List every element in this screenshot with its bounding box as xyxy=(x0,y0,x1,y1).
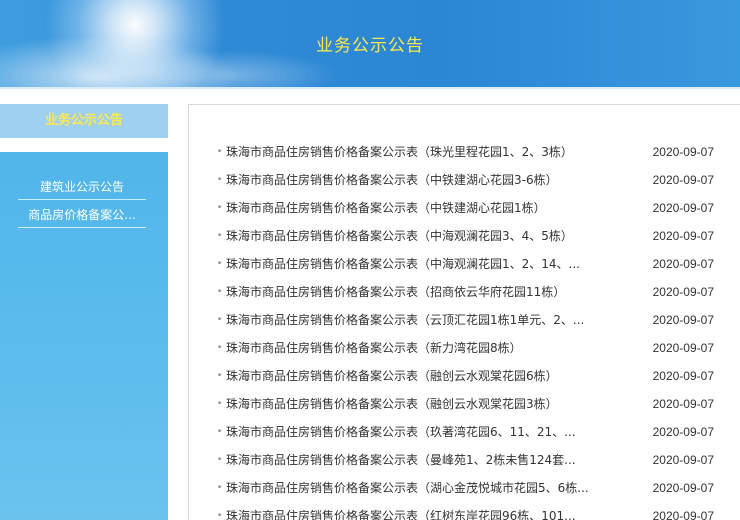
notice-date: 2020-09-07 xyxy=(652,257,714,271)
notice-title-link[interactable]: 珠海市商品住房销售价格备案公示表（招商依云华府花园11栋） xyxy=(226,284,565,300)
sidebar: 业务公示公告 建筑业公示公告 商品房价格备案公... xyxy=(0,104,168,520)
notice-date: 2020-09-07 xyxy=(652,481,714,495)
notice-date: 2020-09-07 xyxy=(652,285,714,299)
list-item[interactable]: • 珠海市商品住房销售价格备案公示表（中海观澜花园3、4、5栋） 2020-09-0… xyxy=(189,222,740,250)
list-item[interactable]: • 珠海市商品住房销售价格备案公示表（湖心金茂悦城市花园5、6栋... 2020-0… xyxy=(189,474,740,502)
bullet-icon: • xyxy=(217,203,223,213)
bullet-icon: • xyxy=(217,483,223,493)
notice-date: 2020-09-07 xyxy=(652,397,714,411)
notice-title-link[interactable]: 珠海市商品住房销售价格备案公示表（中海观澜花园1、2、14、... xyxy=(226,256,580,272)
bullet-icon: • xyxy=(217,455,223,465)
list-item[interactable]: • 珠海市商品住房销售价格备案公示表（玖著湾花园6、11、21、... 2020-0… xyxy=(189,418,740,446)
notice-title-link[interactable]: 珠海市商品住房销售价格备案公示表（珠光里程花园1、2、3栋） xyxy=(226,144,573,160)
notice-date: 2020-09-07 xyxy=(652,453,714,467)
bullet-icon: • xyxy=(217,315,223,325)
bullet-icon: • xyxy=(217,287,223,297)
list-item[interactable]: • 珠海市商品住房销售价格备案公示表（中海观澜花园1、2、14、... 2020-0… xyxy=(189,250,740,278)
list-item[interactable]: • 珠海市商品住房销售价格备案公示表（红树东岸花园96栋、101... 2020-0… xyxy=(189,502,740,520)
banner-divider xyxy=(0,87,740,89)
bullet-icon: • xyxy=(217,511,223,520)
bullet-icon: • xyxy=(217,399,223,409)
notice-title-link[interactable]: 珠海市商品住房销售价格备案公示表（融创云水观棠花园3栋） xyxy=(226,396,558,412)
notice-date: 2020-09-07 xyxy=(652,369,714,383)
page-title: 业务公示公告 xyxy=(316,36,424,56)
bullet-icon: • xyxy=(217,343,223,353)
notice-date: 2020-09-07 xyxy=(652,201,714,215)
notice-title-link[interactable]: 珠海市商品住房销售价格备案公示表（中海观澜花园3、4、5栋） xyxy=(226,228,573,244)
sidebar-spacer xyxy=(0,138,168,152)
notice-title-link[interactable]: 珠海市商品住房销售价格备案公示表（新力湾花园8栋） xyxy=(226,340,522,356)
notice-title-link[interactable]: 珠海市商品住房销售价格备案公示表（红树东岸花园96栋、101... xyxy=(226,508,576,520)
notice-title-link[interactable]: 珠海市商品住房销售价格备案公示表（融创云水观棠花园6栋） xyxy=(226,368,558,384)
list-item[interactable]: • 珠海市商品住房销售价格备案公示表（融创云水观棠花园3栋） 2020-09-07 xyxy=(189,390,740,418)
notice-title-link[interactable]: 珠海市商品住房销售价格备案公示表（中铁建湖心花园3-6栋） xyxy=(226,172,558,188)
list-item[interactable]: • 珠海市商品住房销售价格备案公示表（云顶汇花园1栋1单元、2、... 2020-0… xyxy=(189,306,740,334)
notice-list: • 珠海市商品住房销售价格备案公示表（珠光里程花园1、2、3栋） 2020-09-0… xyxy=(189,138,740,520)
bullet-icon: • xyxy=(217,371,223,381)
list-item[interactable]: • 珠海市商品住房销售价格备案公示表（新力湾花园8栋） 2020-09-07 xyxy=(189,334,740,362)
notice-list-panel: • 珠海市商品住房销售价格备案公示表（珠光里程花园1、2、3栋） 2020-09-0… xyxy=(188,104,740,520)
notice-title-link[interactable]: 珠海市商品住房销售价格备案公示表（湖心金茂悦城市花园5、6栋... xyxy=(226,480,589,496)
bullet-icon: • xyxy=(217,147,223,157)
list-item[interactable]: • 珠海市商品住房销售价格备案公示表（曼峰苑1、2栋未售124套... 2020-0… xyxy=(189,446,740,474)
list-item[interactable]: • 珠海市商品住房销售价格备案公示表（中铁建湖心花园3-6栋） 2020-09-07 xyxy=(189,166,740,194)
notice-date: 2020-09-07 xyxy=(652,425,714,439)
notice-title-link[interactable]: 珠海市商品住房销售价格备案公示表（中铁建湖心花园1栋） xyxy=(226,200,546,216)
notice-title-link[interactable]: 珠海市商品住房销售价格备案公示表（曼峰苑1、2栋未售124套... xyxy=(226,452,576,468)
notice-date: 2020-09-07 xyxy=(652,173,714,187)
list-item[interactable]: • 珠海市商品住房销售价格备案公示表（中铁建湖心花园1栋） 2020-09-07 xyxy=(189,194,740,222)
sidebar-header: 业务公示公告 xyxy=(0,104,168,138)
list-item[interactable]: • 珠海市商品住房销售价格备案公示表（融创云水观棠花园6栋） 2020-09-07 xyxy=(189,362,740,390)
notice-date: 2020-09-07 xyxy=(652,313,714,327)
bullet-icon: • xyxy=(217,231,223,241)
sidebar-item-housing-price-filing[interactable]: 商品房价格备案公... xyxy=(18,202,146,228)
notice-title-link[interactable]: 珠海市商品住房销售价格备案公示表（云顶汇花园1栋1单元、2、... xyxy=(226,312,584,328)
notice-date: 2020-09-07 xyxy=(652,509,714,520)
sidebar-item-construction-notices[interactable]: 建筑业公示公告 xyxy=(18,174,146,200)
bullet-icon: • xyxy=(217,427,223,437)
notice-title-link[interactable]: 珠海市商品住房销售价格备案公示表（玖著湾花园6、11、21、... xyxy=(226,424,576,440)
list-item[interactable]: • 珠海市商品住房销售价格备案公示表（珠光里程花园1、2、3栋） 2020-09-0… xyxy=(189,138,740,166)
list-item[interactable]: • 珠海市商品住房销售价格备案公示表（招商依云华府花园11栋） 2020-09-07 xyxy=(189,278,740,306)
bullet-icon: • xyxy=(217,175,223,185)
notice-date: 2020-09-07 xyxy=(652,229,714,243)
notice-date: 2020-09-07 xyxy=(652,341,714,355)
bullet-icon: • xyxy=(217,259,223,269)
notice-date: 2020-09-07 xyxy=(652,145,714,159)
header-banner: 业务公示公告 xyxy=(0,0,740,89)
